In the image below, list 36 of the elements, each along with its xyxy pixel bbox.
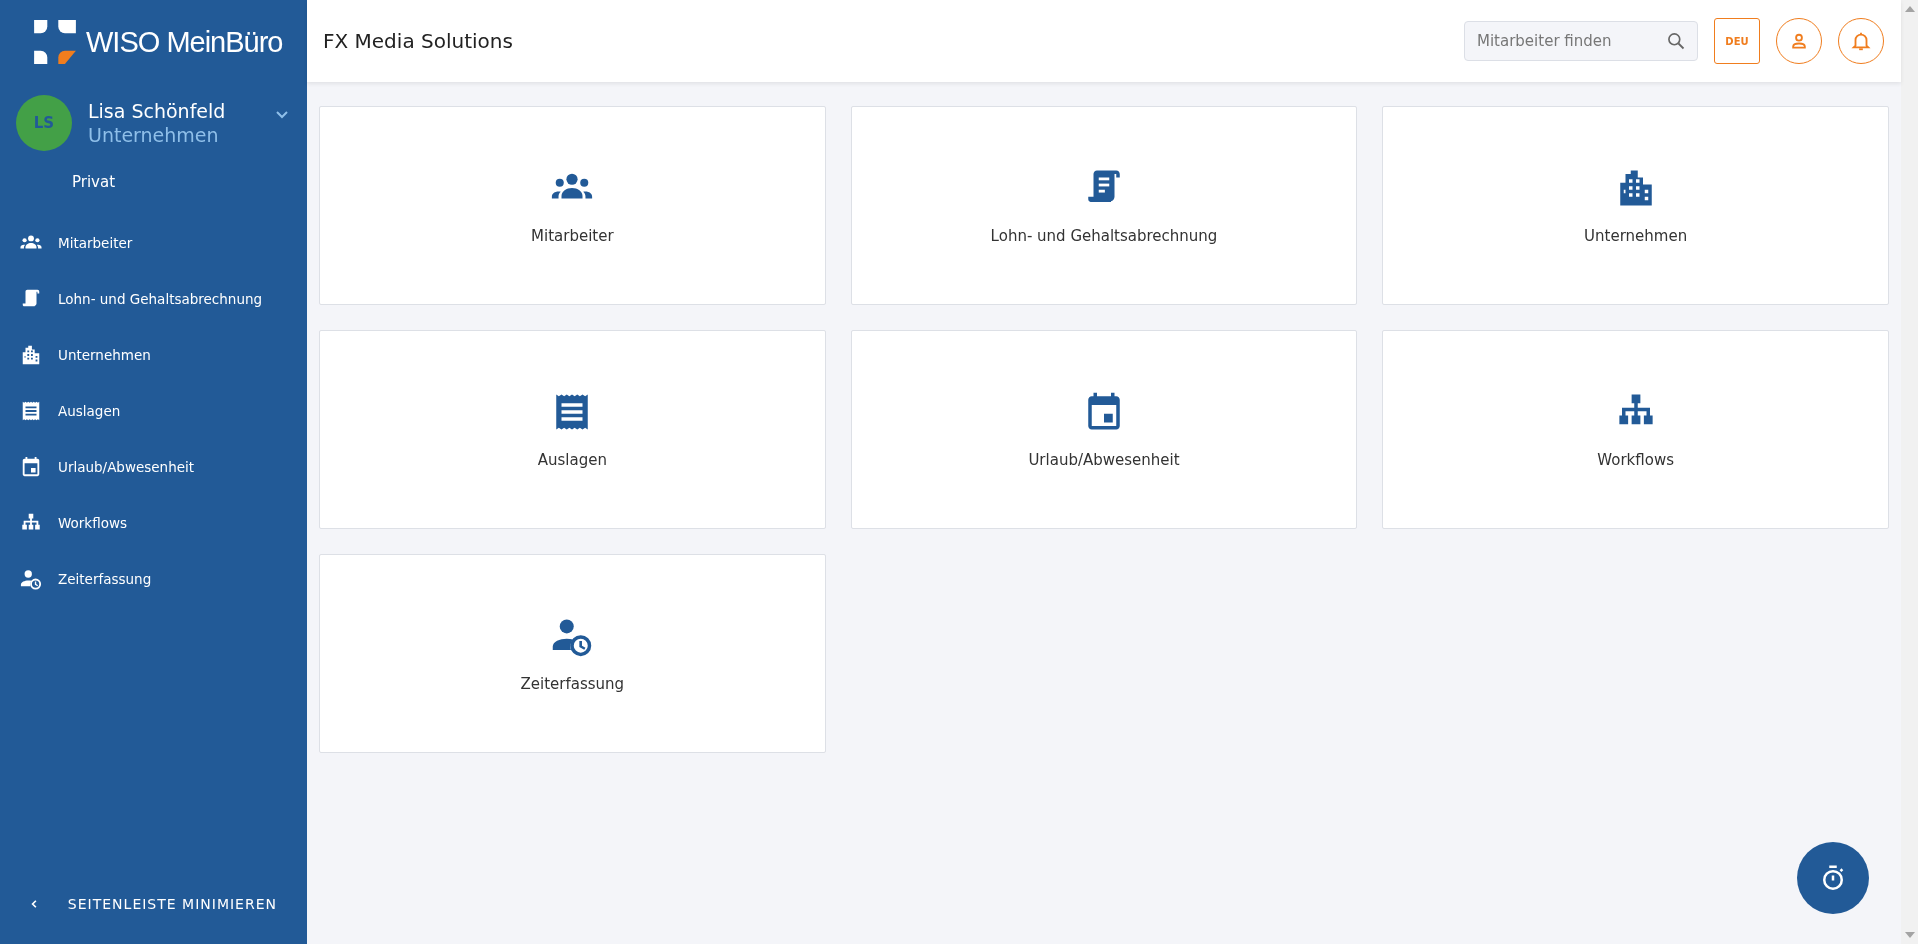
sidebar-item[interactable]: Urlaub/Abwesenheit: [0, 439, 307, 495]
module-tile[interactable]: Unternehmen: [1382, 106, 1889, 305]
company-title: FX Media Solutions: [323, 29, 514, 53]
collapse-sidebar-button[interactable]: SEITENLEISTE MINIMIEREN: [0, 884, 307, 924]
receipt-icon: [20, 400, 42, 422]
sidebar-item[interactable]: Workflows: [0, 495, 307, 551]
avatar: LS: [16, 95, 72, 151]
sidebar-item[interactable]: Lohn- und Gehaltsabrechnung: [0, 271, 307, 327]
logo-icon: [34, 20, 76, 64]
sidebar-item[interactable]: Auslagen: [0, 383, 307, 439]
search-icon[interactable]: [1666, 31, 1686, 51]
bell-icon: [1850, 30, 1872, 52]
module-tile[interactable]: Mitarbeiter: [319, 106, 826, 305]
sidebar-item[interactable]: Zeiterfassung: [0, 551, 307, 607]
sidebar-item[interactable]: Mitarbeiter: [0, 215, 307, 271]
module-tile[interactable]: Auslagen: [319, 330, 826, 529]
module-tile[interactable]: Lohn- und Gehaltsabrechnung: [850, 106, 1358, 305]
search-field[interactable]: Mitarbeiter finden: [1464, 21, 1698, 61]
account-option[interactable]: Privat: [0, 151, 307, 191]
module-tile[interactable]: Urlaub/Abwesenheit: [850, 330, 1358, 529]
brand-name: WISO MeinBüro: [86, 25, 283, 59]
chevron-down-icon[interactable]: [275, 110, 289, 120]
user-name: Lisa Schönfeld: [88, 100, 227, 122]
chevron-left-icon: [30, 897, 38, 911]
notifications-button[interactable]: [1838, 18, 1884, 64]
company-name: Unternehmen: [88, 124, 220, 146]
calendar-icon: [20, 456, 42, 478]
module-tile[interactable]: Zeiterfassung: [319, 554, 826, 753]
profile-button[interactable]: [1776, 18, 1822, 64]
person-icon: [1789, 31, 1809, 51]
person-clock-icon: [20, 568, 42, 590]
scroll-up-icon[interactable]: [1904, 6, 1915, 12]
sidebar-item[interactable]: Unternehmen: [0, 327, 307, 383]
building-icon: [20, 344, 42, 366]
module-tile[interactable]: Workflows: [1382, 330, 1889, 529]
scroll-down-icon[interactable]: [1904, 932, 1915, 938]
